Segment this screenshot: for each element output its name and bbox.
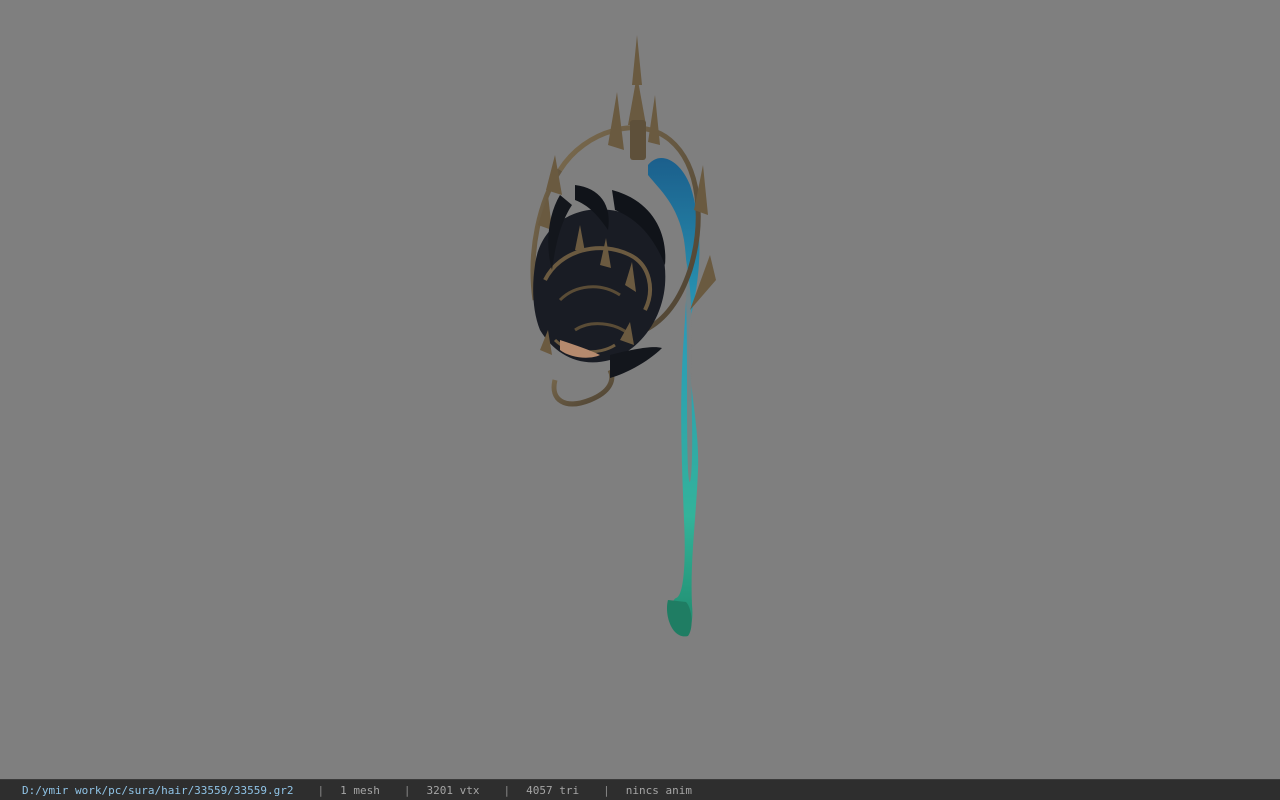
mesh-count: 1 mesh bbox=[340, 783, 380, 797]
status-bar: D:/ymir work/pc/sura/hair/33559/33559.gr… bbox=[0, 779, 1280, 800]
animation-status: nincs anim bbox=[625, 783, 692, 797]
separator: | bbox=[403, 783, 411, 797]
separator: | bbox=[503, 783, 511, 797]
triangle-count: 4057 tri bbox=[526, 783, 580, 797]
file-path: D:/ymir work/pc/sura/hair/33559/33559.gr… bbox=[22, 783, 294, 797]
hair-helmet bbox=[533, 185, 666, 378]
hair-model-render bbox=[530, 35, 716, 637]
separator: | bbox=[603, 783, 610, 797]
3d-viewport[interactable] bbox=[0, 0, 1280, 779]
separator: | bbox=[317, 783, 325, 797]
vertex-count: 3201 vtx bbox=[426, 783, 480, 797]
